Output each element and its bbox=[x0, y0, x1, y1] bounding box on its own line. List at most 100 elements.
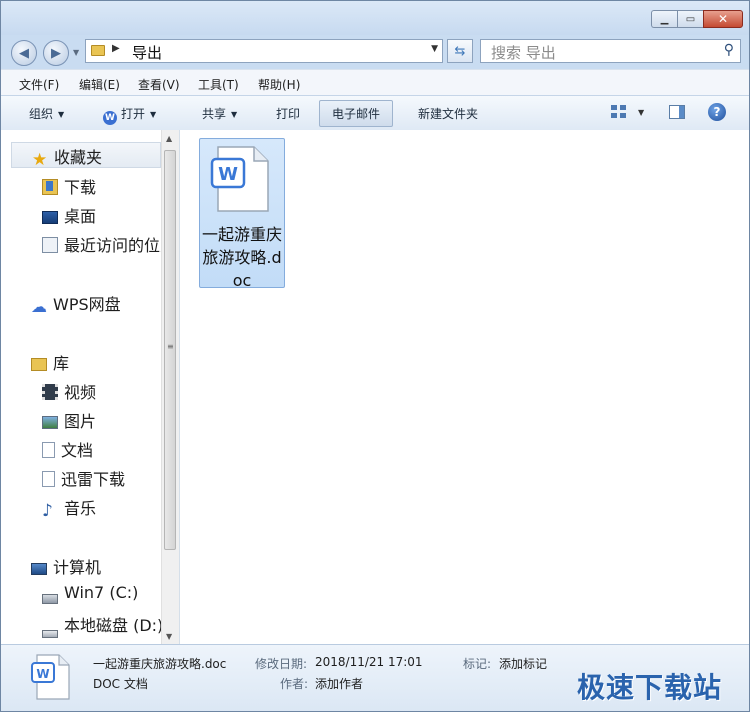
document-icon bbox=[42, 442, 55, 458]
file-item-doc[interactable]: W 一起游重庆旅游攻略.doc bbox=[199, 138, 285, 290]
scroll-down-icon[interactable]: ▼ bbox=[166, 632, 172, 641]
desktop-icon bbox=[42, 211, 58, 224]
share-label: 共享 bbox=[202, 107, 227, 121]
pictures-icon bbox=[42, 416, 58, 429]
grip-icon: ≡ bbox=[167, 342, 174, 351]
wps-doc-file-icon: W bbox=[210, 146, 269, 212]
details-modified-label: 修改日期: bbox=[255, 657, 308, 671]
video-icon bbox=[42, 384, 58, 400]
search-icon[interactable]: ⚲ bbox=[724, 42, 734, 58]
scroll-up-icon[interactable]: ▲ bbox=[166, 134, 172, 143]
nav-recent-label: 最近访问的位置 bbox=[64, 236, 177, 255]
star-icon: ★ bbox=[32, 150, 48, 170]
organize-label: 组织 bbox=[29, 107, 54, 121]
print-button[interactable]: 打印 bbox=[276, 105, 300, 122]
close-icon: ✕ bbox=[717, 12, 729, 26]
libraries-icon bbox=[31, 358, 47, 371]
system-drive-icon bbox=[42, 594, 58, 604]
menu-edit[interactable]: 编辑(E) bbox=[79, 76, 120, 93]
title-bar: ▁ ▭ ✕ bbox=[1, 1, 749, 35]
hard-drive-icon bbox=[42, 630, 58, 638]
wps-writer-icon: W bbox=[103, 111, 117, 125]
organize-button[interactable]: 组织 ▼ bbox=[29, 105, 64, 122]
nav-wps-cloud[interactable]: ☁ WPS网盘 bbox=[31, 291, 121, 315]
forward-button[interactable]: ▶ bbox=[43, 40, 69, 66]
address-row: ◀ ▶ ▼ ▶ 导出 ▼ ⇆ 搜索 导出 ⚲ bbox=[1, 35, 749, 69]
help-icon[interactable]: ? bbox=[708, 103, 726, 121]
details-author-value[interactable]: 添加作者 bbox=[315, 675, 363, 692]
details-tags-value[interactable]: 添加标记 bbox=[499, 655, 547, 672]
details-author-label: 作者: bbox=[280, 677, 309, 691]
cloud-icon: ☁ bbox=[31, 297, 47, 316]
nav-documents[interactable]: 文档 bbox=[42, 437, 93, 461]
nav-downloads[interactable]: 下载 bbox=[42, 174, 96, 198]
breadcrumb-chevron-icon[interactable]: ▶ bbox=[112, 43, 120, 54]
computer-icon bbox=[31, 563, 47, 575]
nav-drive-d-label: 本地磁盘 (D:) bbox=[64, 616, 164, 635]
nav-drive-d[interactable]: 本地磁盘 (D:) bbox=[42, 612, 164, 638]
recent-places-icon bbox=[42, 237, 58, 253]
search-placeholder: 搜索 导出 bbox=[491, 44, 556, 62]
address-dropdown-icon[interactable]: ▼ bbox=[431, 44, 438, 54]
nav-thunder-downloads[interactable]: 迅雷下载 bbox=[42, 466, 125, 490]
forward-arrow-icon: ▶ bbox=[51, 45, 61, 61]
folder-icon bbox=[91, 45, 105, 56]
nav-videos-label: 视频 bbox=[64, 383, 97, 402]
maximize-button[interactable]: ▭ bbox=[677, 10, 703, 28]
chevron-down-icon: ▼ bbox=[58, 110, 65, 119]
refresh-button[interactable]: ⇆ bbox=[447, 39, 473, 63]
wps-doc-file-icon: W bbox=[31, 654, 70, 700]
thunder-folder-icon bbox=[42, 471, 55, 487]
search-input[interactable]: 搜索 导出 ⚲ bbox=[480, 39, 741, 63]
chevron-down-icon: ▼ bbox=[150, 110, 157, 119]
nav-drive-c[interactable]: Win7 (C:) bbox=[42, 583, 139, 604]
nav-drive-c-label: Win7 (C:) bbox=[64, 583, 139, 602]
svg-text:W: W bbox=[218, 164, 238, 185]
nav-computer[interactable]: 计算机 bbox=[31, 554, 101, 578]
maximize-icon: ▭ bbox=[685, 13, 696, 25]
back-button[interactable]: ◀ bbox=[11, 40, 37, 66]
nav-favorites-label: 收藏夹 bbox=[54, 148, 103, 167]
nav-favorites[interactable]: ★ 收藏夹 bbox=[11, 142, 161, 170]
nav-downloads-label: 下载 bbox=[64, 178, 97, 197]
nav-documents-label: 文档 bbox=[61, 441, 94, 460]
menu-file[interactable]: 文件(F) bbox=[19, 76, 59, 93]
nav-computer-label: 计算机 bbox=[53, 558, 102, 577]
view-options-icon[interactable] bbox=[611, 105, 627, 119]
email-button[interactable]: 电子邮件 bbox=[319, 100, 394, 127]
nav-recent-places[interactable]: 最近访问的位置 bbox=[42, 232, 176, 256]
address-bar[interactable]: ▶ 导出 ▼ bbox=[85, 39, 443, 63]
nav-music[interactable]: ♪ 音乐 bbox=[42, 495, 97, 521]
svg-text:W: W bbox=[36, 667, 49, 681]
minimize-icon: ▁ bbox=[660, 13, 669, 25]
details-filetype: DOC 文档 bbox=[93, 677, 148, 691]
nav-videos[interactable]: 视频 bbox=[42, 379, 96, 403]
minimize-button[interactable]: ▁ bbox=[651, 10, 677, 28]
nav-libraries[interactable]: 库 bbox=[31, 350, 69, 374]
nav-desktop[interactable]: 桌面 bbox=[42, 203, 96, 227]
nav-music-label: 音乐 bbox=[64, 499, 97, 518]
scroll-thumb[interactable]: ≡ bbox=[164, 150, 176, 550]
music-note-icon: ♪ bbox=[42, 501, 53, 521]
share-button[interactable]: 共享 ▼ bbox=[202, 105, 237, 122]
nav-scrollbar[interactable]: ▲ ≡ ▼ bbox=[161, 130, 179, 644]
menu-help[interactable]: 帮助(H) bbox=[258, 76, 300, 93]
recent-pages-dropdown[interactable]: ▼ bbox=[73, 48, 79, 57]
menu-view[interactable]: 查看(V) bbox=[138, 76, 180, 93]
details-filename: 一起游重庆旅游攻略.doc bbox=[93, 657, 227, 671]
breadcrumb-current[interactable]: 导出 bbox=[132, 42, 162, 63]
file-list-area[interactable]: W 一起游重庆旅游攻略.doc bbox=[180, 130, 749, 644]
watermark-logo: 极速下载站 bbox=[577, 671, 723, 704]
file-name-label: 一起游重庆旅游攻略.doc bbox=[202, 225, 283, 290]
window-controls: ▁ ▭ ✕ bbox=[651, 10, 743, 28]
menu-bar: 文件(F) 编辑(E) 查看(V) 工具(T) 帮助(H) bbox=[1, 69, 749, 96]
nav-pictures[interactable]: 图片 bbox=[42, 408, 96, 432]
new-folder-button[interactable]: 新建文件夹 bbox=[418, 105, 478, 122]
details-tags-label: 标记: bbox=[463, 657, 492, 671]
close-button[interactable]: ✕ bbox=[703, 10, 743, 28]
downloads-folder-icon bbox=[42, 179, 58, 195]
open-button[interactable]: W 打开 ▼ bbox=[103, 105, 156, 125]
preview-pane-icon[interactable] bbox=[669, 105, 685, 119]
menu-tools[interactable]: 工具(T) bbox=[198, 76, 239, 93]
view-dropdown-icon[interactable]: ▼ bbox=[638, 108, 644, 117]
